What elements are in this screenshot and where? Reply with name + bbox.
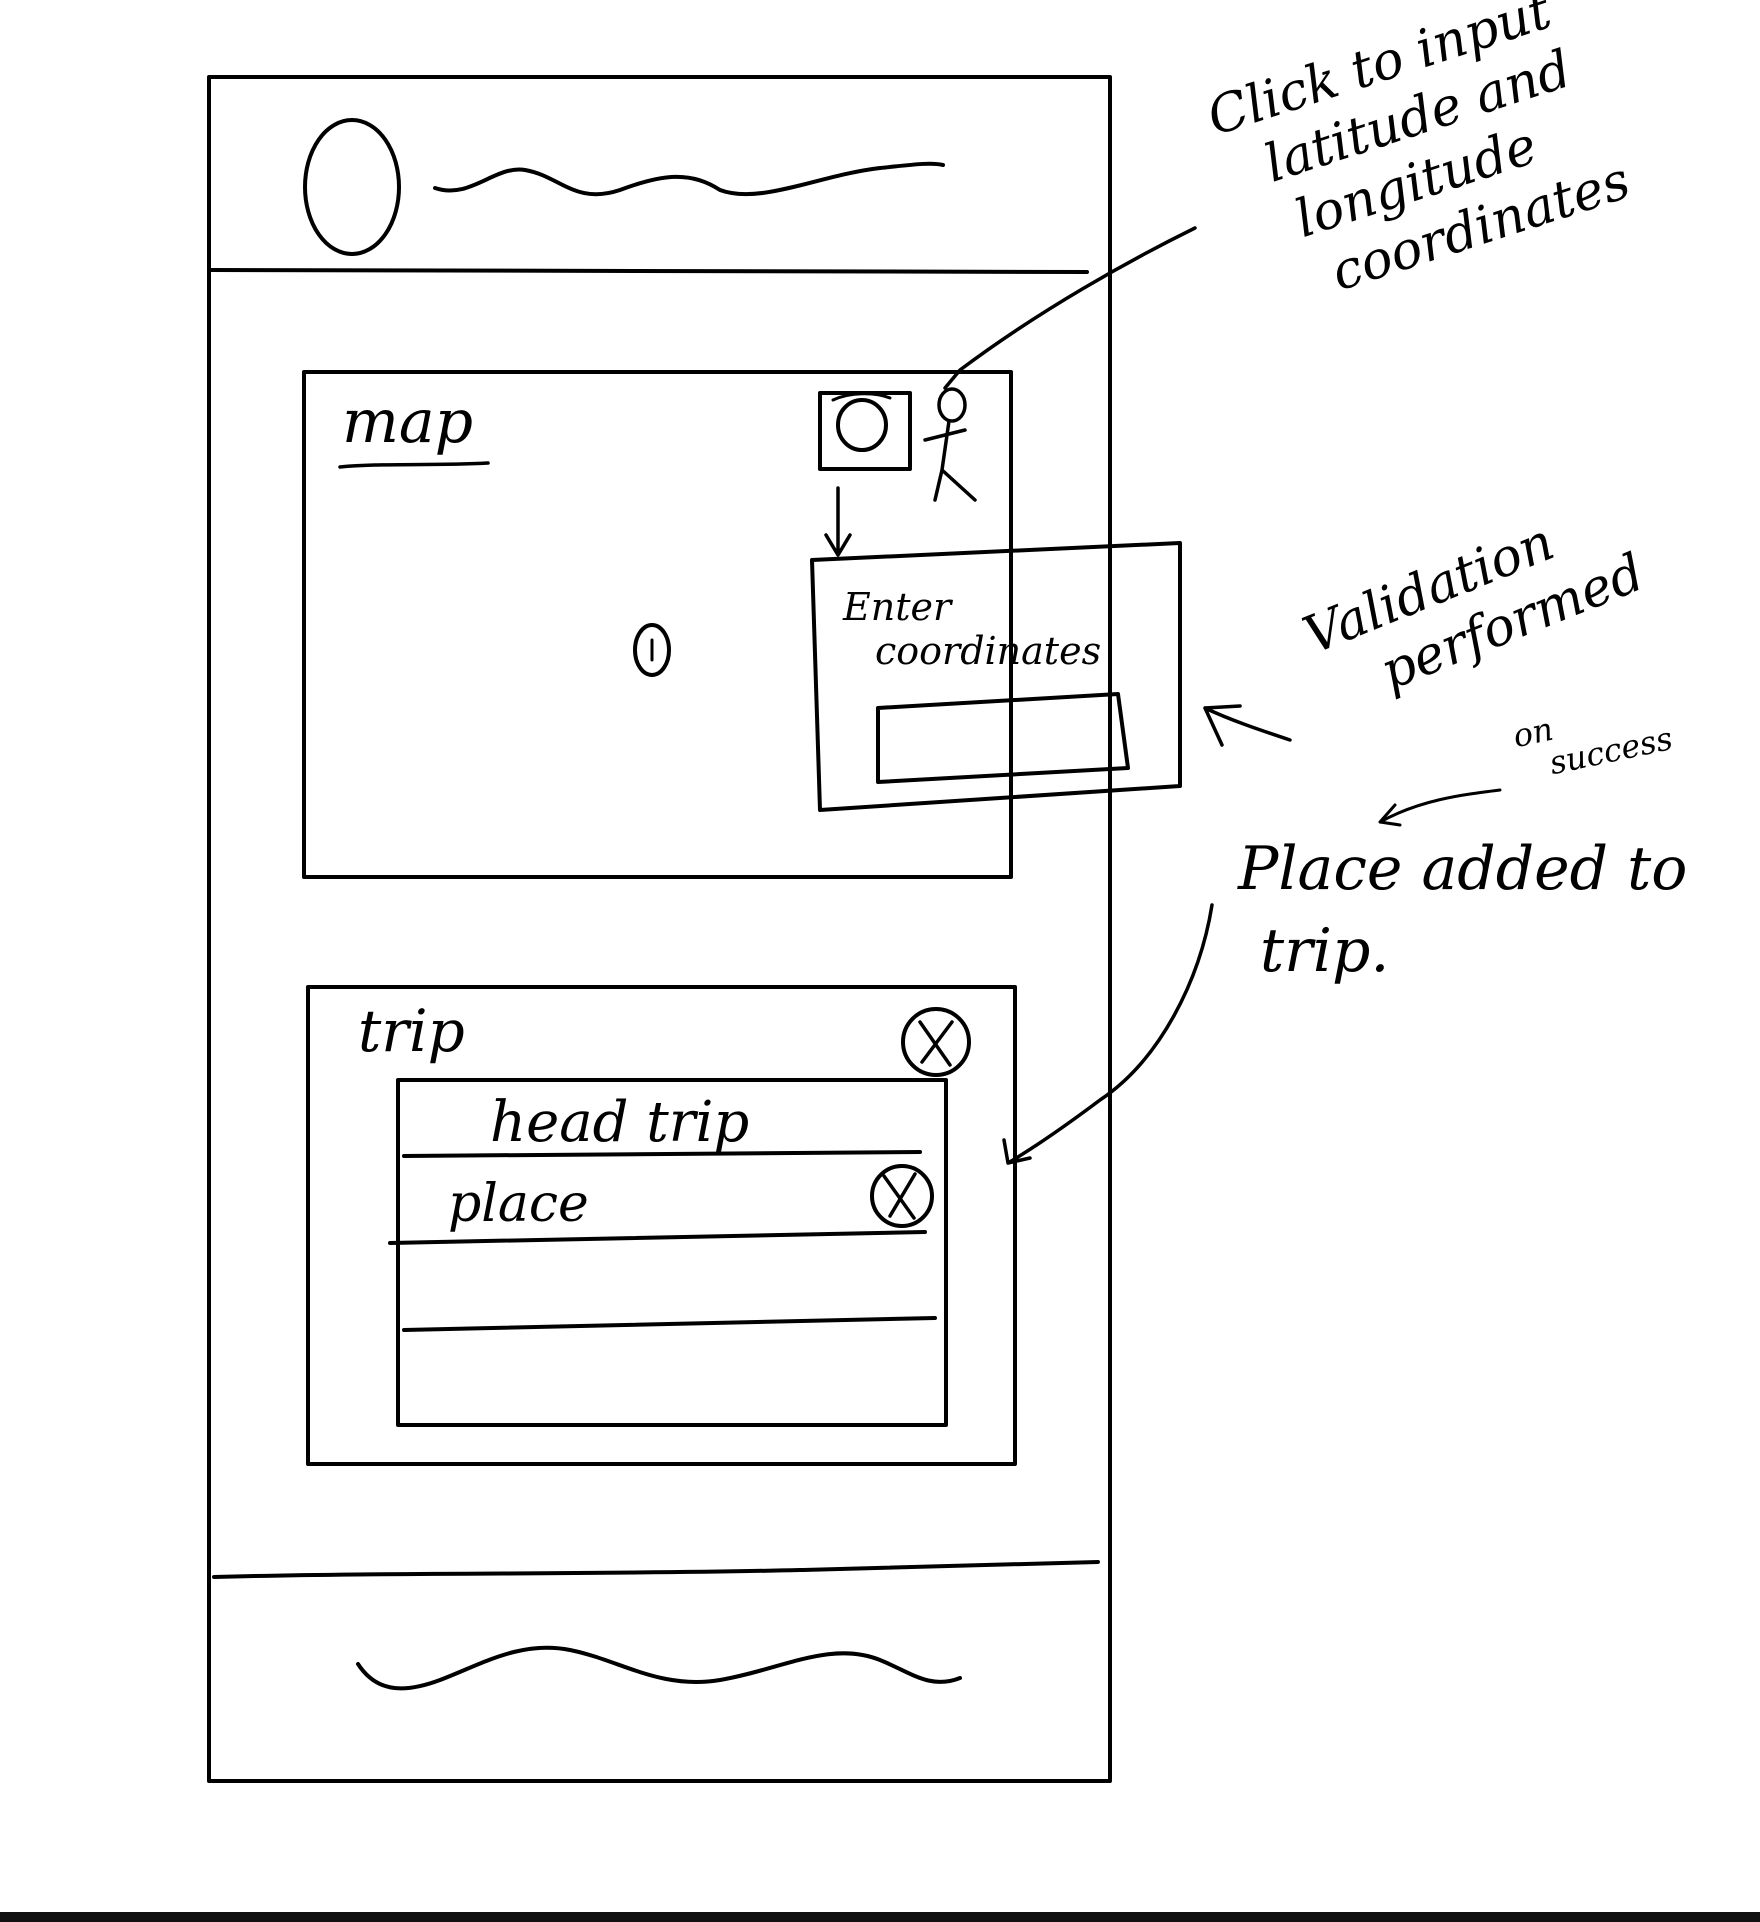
footer-divider [212, 1560, 1100, 1579]
trip-close-button[interactable] [901, 1007, 971, 1077]
trip-header-row: head trip [490, 1090, 750, 1155]
trip-panel-title: trip [358, 997, 465, 1065]
app-footer [212, 1560, 1100, 1691]
place-added-annotation: Place added to trip. [1238, 828, 1687, 992]
list-divider-3 [402, 1316, 937, 1332]
place-added-line1: Place added to [1238, 834, 1688, 904]
coordinate-input-icon[interactable] [818, 391, 912, 471]
app-header [209, 118, 1089, 274]
pointer-arrow [824, 486, 852, 557]
footer-squiggle [356, 1645, 962, 1691]
on-success-arrow [1378, 788, 1502, 827]
logo-circle-icon [303, 118, 401, 256]
coordinate-popup-title: Enter coordinates [843, 585, 1101, 673]
coordinate-popup-title-line2: coordinates [875, 629, 1102, 673]
click-note-connector [943, 226, 1197, 390]
screen-bottom-bar [0, 1912, 1760, 1922]
header-divider [209, 268, 1089, 274]
map-title-underline [338, 461, 490, 469]
coordinate-input-field[interactable] [876, 692, 1130, 784]
coordinate-popup-title-line1: Enter [843, 585, 952, 629]
place-remove-button[interactable] [870, 1164, 934, 1228]
stick-figure-icon [923, 387, 977, 502]
header-title-squiggle [433, 161, 945, 197]
place-added-line2: trip. [1260, 916, 1390, 986]
validation-arrow [1203, 704, 1292, 747]
map-panel-title: map [342, 387, 474, 457]
phone-frame [207, 75, 1112, 1783]
trip-row-place[interactable]: place [448, 1178, 589, 1230]
